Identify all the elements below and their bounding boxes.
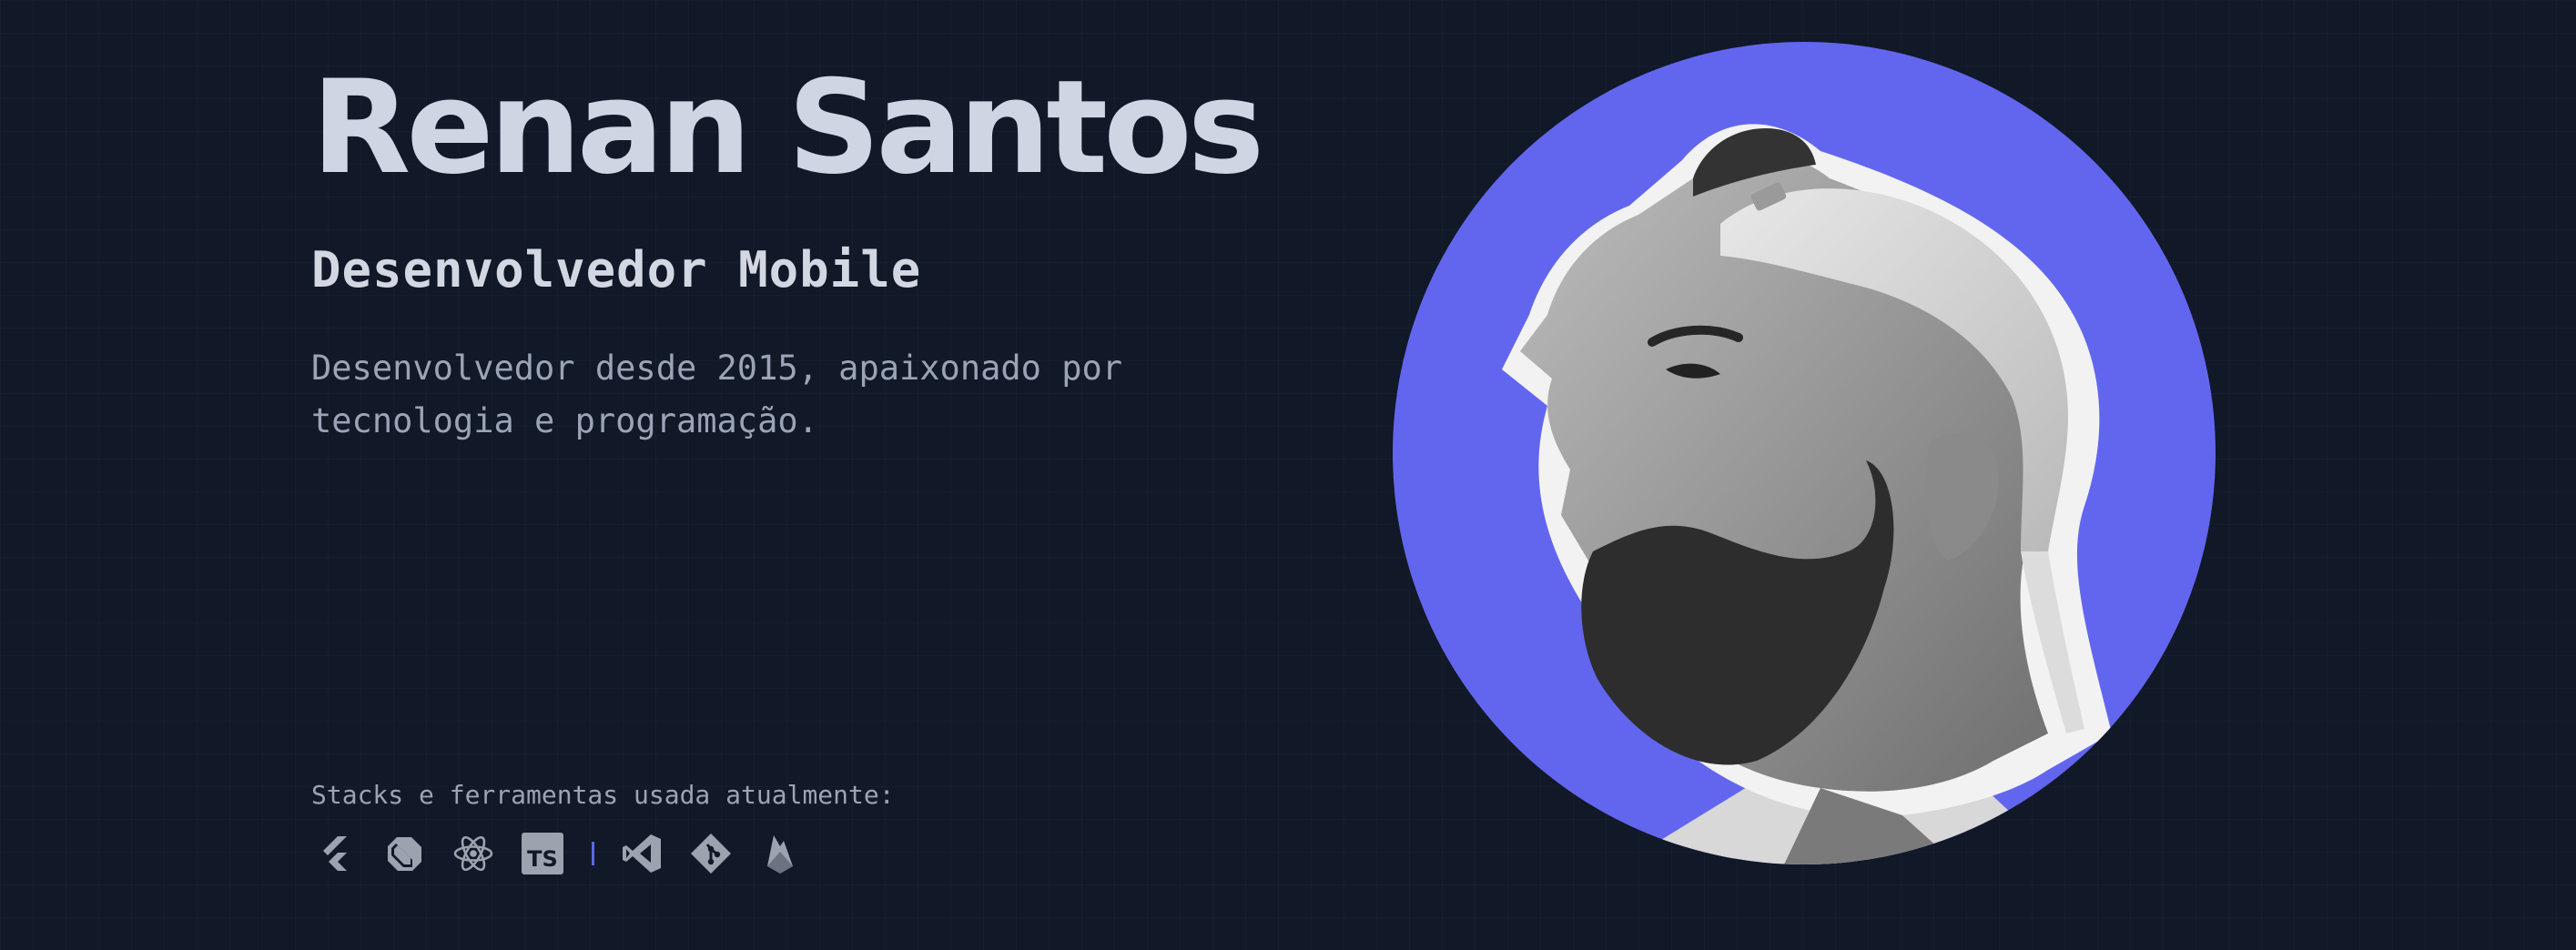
git-icon[interactable] — [687, 830, 735, 877]
hero-bio: Desenvolvedor desde 2015, apaixonado por… — [311, 349, 1123, 440]
dart-icon[interactable] — [380, 830, 428, 877]
stack-divider — [592, 842, 594, 865]
typescript-icon[interactable]: TS — [519, 830, 566, 877]
profile-photo — [1393, 42, 2216, 864]
stacks-label: Stacks e ferramentas usada atualmente: — [311, 780, 895, 810]
hero-role: Desenvolvedor Mobile — [311, 241, 922, 298]
vscode-icon[interactable] — [618, 830, 665, 877]
react-icon[interactable] — [450, 830, 497, 877]
hero-name: Renan Santos — [311, 53, 1264, 203]
typescript-icon-label: TS — [527, 846, 558, 872]
flutter-icon[interactable] — [311, 830, 359, 877]
stack-icons: TS — [311, 828, 826, 879]
firebase-icon[interactable] — [756, 830, 804, 877]
hero-section: Renan Santos Desenvolvedor Mobile Desenv… — [311, 0, 1264, 950]
